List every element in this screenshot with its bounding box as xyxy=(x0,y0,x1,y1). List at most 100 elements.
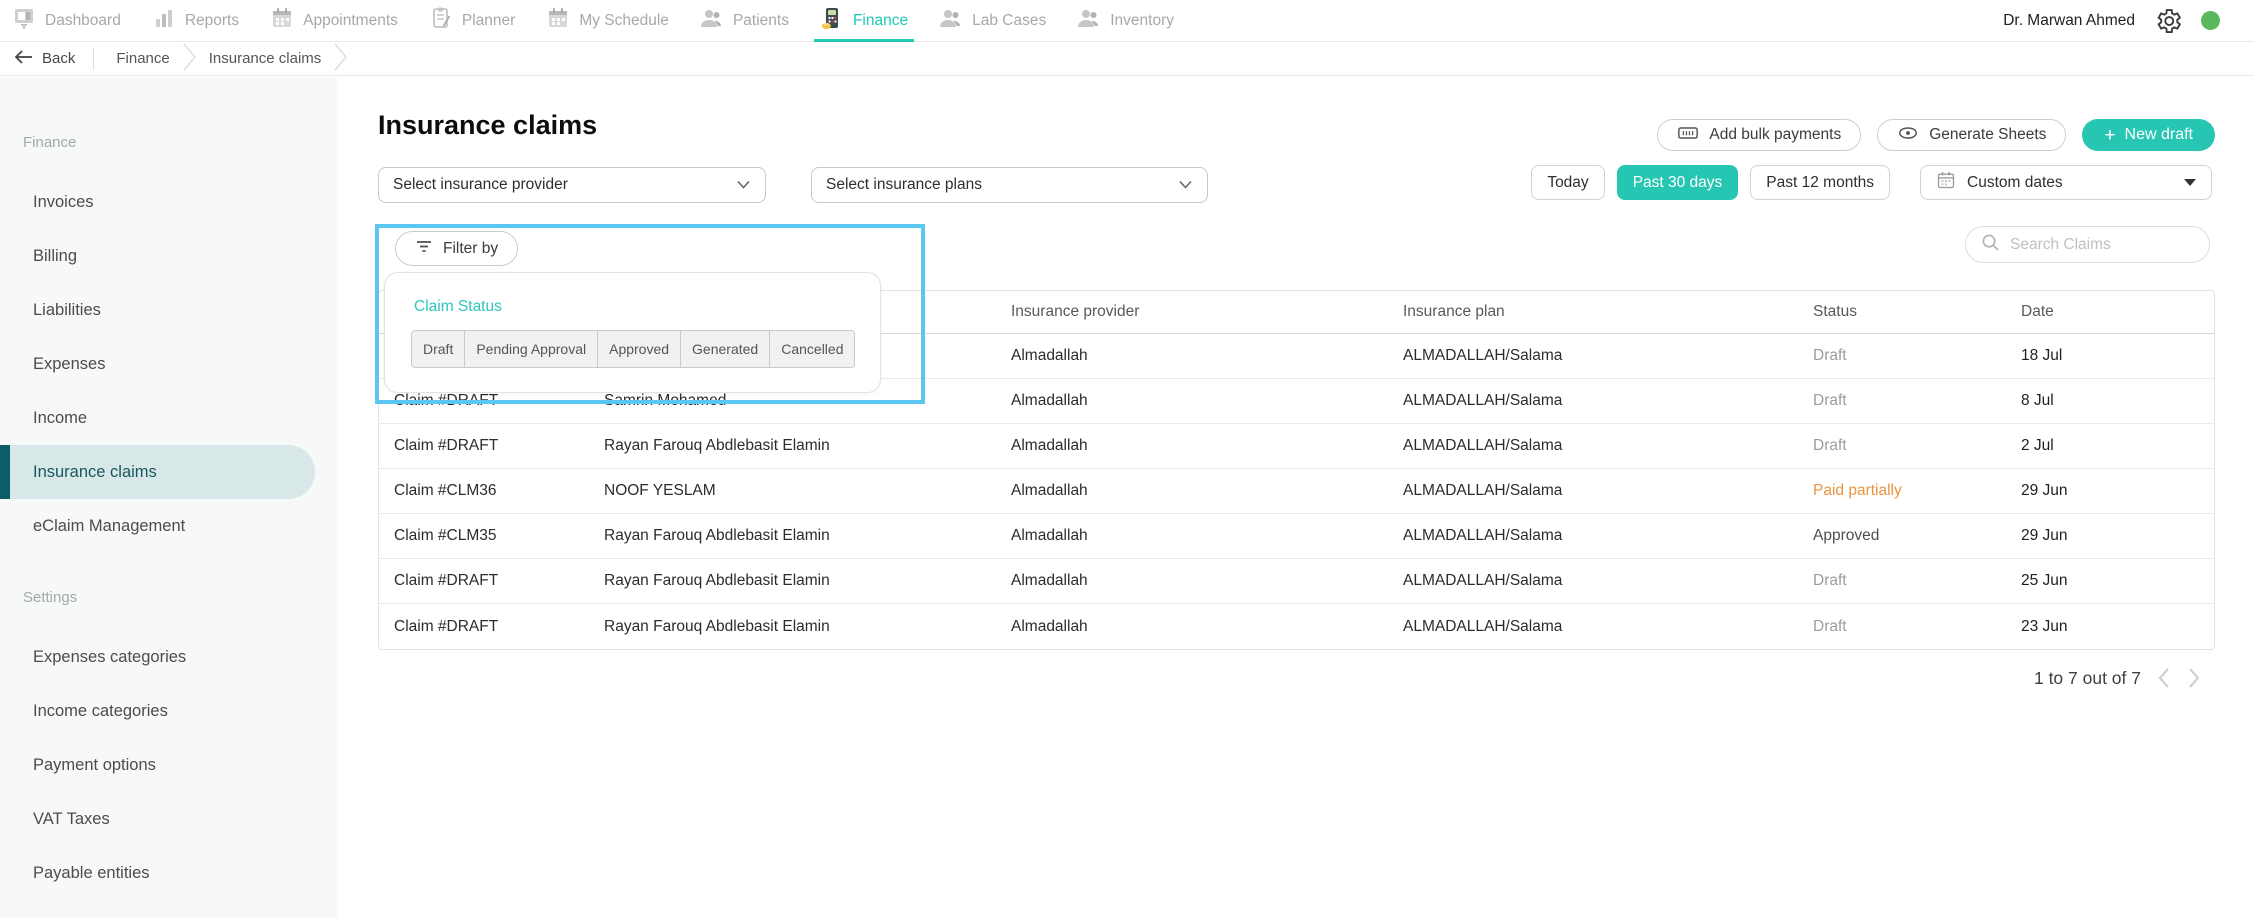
nav-item-patients[interactable]: Patients xyxy=(700,0,789,42)
planner-icon xyxy=(429,6,453,35)
filter-icon xyxy=(415,238,433,259)
cell-patient: Samrin Mohamed xyxy=(589,392,996,410)
finance-icon xyxy=(820,6,844,35)
new-draft-button[interactable]: + New draft xyxy=(2082,119,2215,151)
cell-provider: Almadallah xyxy=(996,572,1388,590)
breadcrumb-insurance-claims[interactable]: Insurance claims xyxy=(209,50,322,67)
claim-status-option-generated[interactable]: Generated xyxy=(681,331,770,367)
filter-by-button[interactable]: Filter by xyxy=(395,231,518,266)
sidebar-item-liabilities[interactable]: Liabilities xyxy=(0,283,337,337)
sidebar-item-insurance-claims[interactable]: Insurance claims xyxy=(0,445,315,499)
breadcrumb-finance[interactable]: Finance xyxy=(116,50,169,67)
claim-status-option-cancelled[interactable]: Cancelled xyxy=(770,331,854,367)
nav-item-my-schedule[interactable]: My Schedule xyxy=(546,0,669,42)
caret-down-icon xyxy=(2184,179,2196,186)
insurance-plans-select-value: Select insurance plans xyxy=(826,176,982,194)
insurance-filters: Select insurance provider Select insuran… xyxy=(378,167,1208,203)
appointments-icon xyxy=(270,6,294,35)
reports-icon xyxy=(152,6,176,35)
table-row[interactable]: Claim #CLM35 Rayan Farouq Abdlebasit Ela… xyxy=(379,514,2214,559)
sidebar-item-payment-options[interactable]: Payment options xyxy=(0,738,337,792)
cell-plan: ALMADALLAH/Salama xyxy=(1388,572,1798,590)
nav-item-inventory[interactable]: Inventory xyxy=(1077,0,1174,42)
nav-item-finance[interactable]: Finance xyxy=(820,0,908,42)
nav-item-label: Finance xyxy=(853,12,908,30)
cell-plan: ALMADALLAH/Salama xyxy=(1388,437,1798,455)
nav-item-lab-cases[interactable]: Lab Cases xyxy=(939,0,1046,42)
cell-plan: ALMADALLAH/Salama xyxy=(1388,482,1798,500)
nav-item-label: Reports xyxy=(185,12,239,30)
cell-status: Draft xyxy=(1798,572,2006,590)
search-input[interactable] xyxy=(2010,236,2194,254)
header-actions: Add bulk payments Generate Sheets + New … xyxy=(1657,119,2215,151)
cell-plan: ALMADALLAH/Salama xyxy=(1388,527,1798,545)
claim-status-option-approved[interactable]: Approved xyxy=(598,331,681,367)
custom-dates-label: Custom dates xyxy=(1967,174,2063,192)
patients-icon xyxy=(700,6,724,35)
insurance-provider-select-value: Select insurance provider xyxy=(393,176,568,194)
chevron-right-icon xyxy=(333,42,348,76)
sidebar-item-billing[interactable]: Billing xyxy=(0,229,337,283)
date-range-past-30-days[interactable]: Past 30 days xyxy=(1617,165,1739,200)
cell-date: 8 Jul xyxy=(2006,392,2214,410)
cell-status: Draft xyxy=(1798,392,2006,410)
insurance-provider-select[interactable]: Select insurance provider xyxy=(378,167,766,203)
cell-status: Draft xyxy=(1798,437,2006,455)
custom-dates-select[interactable]: Custom dates xyxy=(1920,165,2212,200)
sidebar-item-income[interactable]: Income xyxy=(0,391,337,445)
nav-item-dashboard[interactable]: Dashboard xyxy=(12,0,121,42)
app-window: Dashboard Reports Appointments Planner M… xyxy=(0,0,2254,918)
sidebar-item-expenses-categories[interactable]: Expenses categories xyxy=(0,630,337,684)
back-arrow-icon xyxy=(14,49,34,69)
sidebar-item-expenses[interactable]: Expenses xyxy=(0,337,337,391)
cell-claim: Claim #DRAFT xyxy=(379,392,589,410)
cell-status: Draft xyxy=(1798,618,2006,636)
gear-icon[interactable] xyxy=(2153,6,2183,36)
back-button[interactable]: Back xyxy=(14,49,75,69)
cell-patient: Rayan Farouq Abdlebasit Elamin xyxy=(589,437,996,455)
insurance-plans-select[interactable]: Select insurance plans xyxy=(811,167,1208,203)
sidebar-section-finance: Finance xyxy=(23,134,337,151)
claim-status-option-pending-approval[interactable]: Pending Approval xyxy=(465,331,598,367)
chevron-right-icon xyxy=(182,42,197,76)
pagination-summary: 1 to 7 out of 7 xyxy=(2034,668,2141,689)
cell-date: 29 Jun xyxy=(2006,527,2214,545)
top-navigation: Dashboard Reports Appointments Planner M… xyxy=(0,0,2254,42)
table-row[interactable]: Claim #DRAFT Rayan Farouq Abdlebasit Ela… xyxy=(379,559,2214,604)
sidebar: Finance Invoices Billing Liabilities Exp… xyxy=(0,77,337,918)
table-row[interactable]: Claim #DRAFT Rayan Farouq Abdlebasit Ela… xyxy=(379,604,2214,649)
nav-item-reports[interactable]: Reports xyxy=(152,0,239,42)
cell-plan: ALMADALLAH/Salama xyxy=(1388,392,1798,410)
date-range-past-12-months[interactable]: Past 12 months xyxy=(1750,165,1890,200)
header-insurance-provider: Insurance provider xyxy=(996,303,1388,321)
cell-patient: Rayan Farouq Abdlebasit Elamin xyxy=(589,618,996,636)
cell-plan: ALMADALLAH/Salama xyxy=(1388,347,1798,365)
cell-date: 23 Jun xyxy=(2006,618,2214,636)
cell-provider: Almadallah xyxy=(996,527,1388,545)
table-row[interactable]: Claim #CLM36 NOOF YESLAM Almadallah ALMA… xyxy=(379,469,2214,514)
new-draft-label: New draft xyxy=(2125,126,2193,144)
filter-panel: Claim Status Draft Pending Approval Appr… xyxy=(384,272,881,393)
nav-item-label: Dashboard xyxy=(45,12,121,30)
search-box xyxy=(1965,226,2210,263)
nav-item-planner[interactable]: Planner xyxy=(429,0,515,42)
nav-item-appointments[interactable]: Appointments xyxy=(270,0,398,42)
sidebar-item-eclaim-management[interactable]: eClaim Management xyxy=(0,499,337,553)
nav-item-label: Planner xyxy=(462,12,515,30)
header-date: Date xyxy=(2006,303,2214,321)
claim-status-option-draft[interactable]: Draft xyxy=(412,331,465,367)
date-range-today[interactable]: Today xyxy=(1531,165,1604,200)
add-bulk-payments-button[interactable]: Add bulk payments xyxy=(1657,119,1861,151)
sidebar-item-income-categories[interactable]: Income categories xyxy=(0,684,337,738)
chevron-right-icon[interactable] xyxy=(2187,667,2201,689)
sidebar-item-vat-taxes[interactable]: VAT Taxes xyxy=(0,792,337,846)
generate-sheets-button[interactable]: Generate Sheets xyxy=(1877,119,2066,151)
sidebar-item-invoices[interactable]: Invoices xyxy=(0,175,337,229)
add-bulk-payments-label: Add bulk payments xyxy=(1709,126,1841,144)
lab-cases-icon xyxy=(939,6,963,35)
generate-sheets-icon xyxy=(1897,122,1919,149)
table-row[interactable]: Claim #DRAFT Rayan Farouq Abdlebasit Ela… xyxy=(379,424,2214,469)
chevron-left-icon[interactable] xyxy=(2157,667,2171,689)
sidebar-item-payable-entities[interactable]: Payable entities xyxy=(0,846,337,900)
user-area: Dr. Marwan Ahmed xyxy=(2003,6,2220,36)
